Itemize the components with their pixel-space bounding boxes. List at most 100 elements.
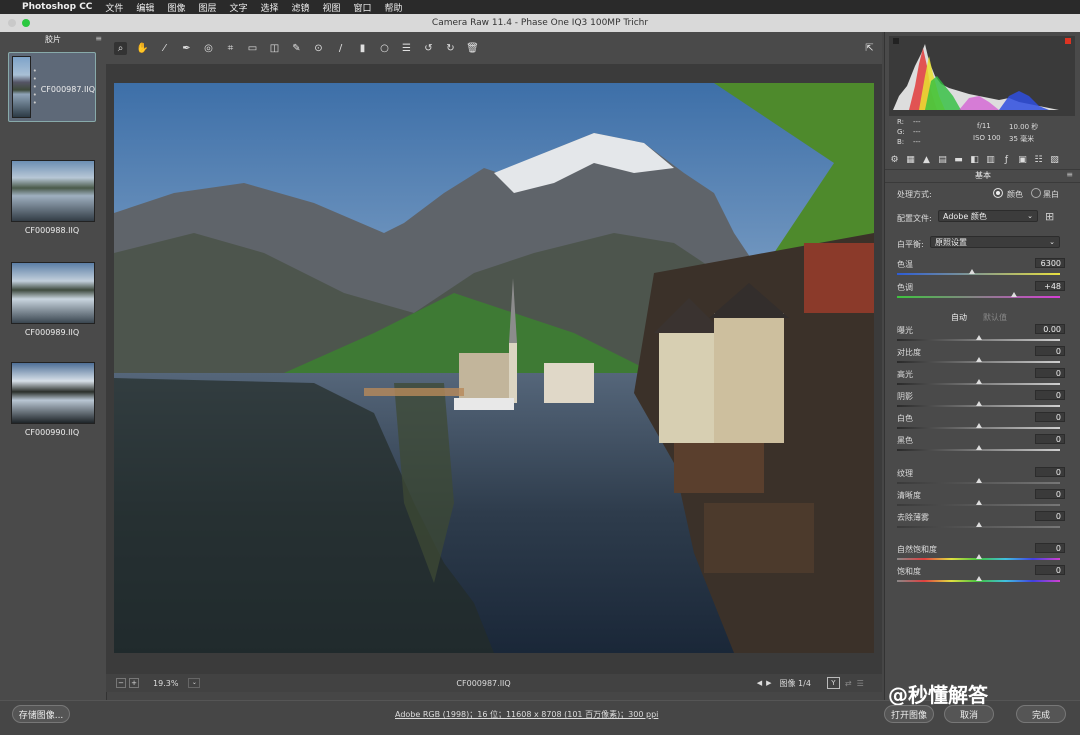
tab-presets-icon[interactable]: ☷ xyxy=(1033,155,1044,166)
rotate-right-icon[interactable]: ↻ xyxy=(444,42,457,55)
slider-thumb[interactable] xyxy=(975,554,982,559)
white-balance-select[interactable]: 原照设置 ⌄ xyxy=(930,236,1060,248)
tint-value[interactable]: +48 xyxy=(1035,281,1065,291)
auto-button[interactable]: 自动 xyxy=(951,312,967,323)
menu-app[interactable]: Photoshop CC xyxy=(22,2,92,12)
temperature-value[interactable]: 6300 xyxy=(1035,258,1065,268)
slider-value[interactable]: 0.00 xyxy=(1035,324,1065,334)
slider-value[interactable]: 0 xyxy=(1035,489,1065,499)
slider-thumb[interactable] xyxy=(975,379,982,384)
adjustment-brush-icon[interactable]: / xyxy=(334,42,347,55)
filmstrip-item-1[interactable]: • • • • • CF000987.IIQ xyxy=(8,52,96,122)
slider-value[interactable]: 0 xyxy=(1035,467,1065,477)
red-eye-tool-icon[interactable]: ⊙ xyxy=(312,42,325,55)
profile-select[interactable]: Adobe 颜色 ⌄ xyxy=(938,210,1038,222)
preview-settings-icon[interactable]: ☰ xyxy=(857,679,864,688)
tint-slider-track[interactable] xyxy=(897,296,1060,298)
before-after-toggle-icon[interactable]: Y xyxy=(826,677,840,689)
menu-help[interactable]: 帮助 xyxy=(385,1,403,14)
profile-browser-icon[interactable]: ⊞ xyxy=(1045,210,1054,223)
slider-thumb[interactable] xyxy=(975,478,982,483)
slider-value[interactable]: 0 xyxy=(1035,412,1065,422)
menu-select[interactable]: 选择 xyxy=(260,1,278,14)
tab-hsl-icon[interactable]: ▤ xyxy=(937,155,948,166)
slider-thumb[interactable] xyxy=(975,335,982,340)
zoom-dropdown-icon[interactable]: ⌄ xyxy=(188,678,201,688)
menu-filter[interactable]: 滤镜 xyxy=(292,1,310,14)
zoom-in-button[interactable]: + xyxy=(129,678,139,688)
tab-snapshots-icon[interactable]: ▧ xyxy=(1049,155,1060,166)
slider-thumb[interactable] xyxy=(975,423,982,428)
hand-tool-icon[interactable]: ✋ xyxy=(136,42,149,55)
slider-value[interactable]: 0 xyxy=(1035,390,1065,400)
color-sampler-tool-icon[interactable]: ✒ xyxy=(180,42,193,55)
menu-edit[interactable]: 编辑 xyxy=(136,1,154,14)
next-image-icon[interactable]: ▶ xyxy=(766,679,771,687)
radial-filter-icon[interactable]: ○ xyxy=(378,42,391,55)
fullscreen-toggle-icon[interactable]: ⇱ xyxy=(863,42,876,55)
default-button[interactable]: 默认值 xyxy=(983,312,1007,323)
slider-value[interactable]: 0 xyxy=(1035,346,1065,356)
preview-photo[interactable] xyxy=(114,83,874,653)
transform-tool-icon[interactable]: ◫ xyxy=(268,42,281,55)
tab-lens-icon[interactable]: ◧ xyxy=(969,155,980,166)
save-image-button[interactable]: 存储图像... xyxy=(12,705,70,723)
tab-calibration-icon[interactable]: ▣ xyxy=(1017,155,1028,166)
slider-thumb[interactable] xyxy=(975,401,982,406)
temperature-slider-track[interactable] xyxy=(897,273,1060,275)
filmstrip-item-2[interactable]: CF000988.IIQ xyxy=(8,160,96,235)
rotate-left-icon[interactable]: ↺ xyxy=(422,42,435,55)
zoom-tool-icon[interactable]: ⌕ xyxy=(114,41,127,55)
straighten-tool-icon[interactable]: ▭ xyxy=(246,42,259,55)
tab-tone-curve-icon[interactable]: ▦ xyxy=(905,155,916,166)
slider-value[interactable]: 0 xyxy=(1035,543,1065,553)
trash-icon[interactable]: 🗑 xyxy=(466,42,479,55)
color-radio[interactable] xyxy=(993,188,1003,198)
rating-stars[interactable]: • • • • • xyxy=(31,67,41,107)
targeted-adjustment-tool-icon[interactable]: ◎ xyxy=(202,42,215,55)
graduated-filter-icon[interactable]: ▮ xyxy=(356,42,369,55)
temperature-slider-thumb[interactable] xyxy=(968,269,975,274)
slider-thumb[interactable] xyxy=(975,522,982,527)
slider-thumb[interactable] xyxy=(975,357,982,362)
bw-radio[interactable] xyxy=(1031,188,1041,198)
tab-effects-icon[interactable]: ƒ xyxy=(1001,155,1012,166)
tab-basic-icon[interactable]: ⚙ xyxy=(889,155,900,166)
open-image-button[interactable]: 打开图像 xyxy=(884,705,934,723)
filmstrip-menu-icon[interactable]: ≡ xyxy=(95,34,102,43)
shadow-clipping-icon[interactable] xyxy=(893,38,899,44)
tab-split-toning-icon[interactable]: ▬ xyxy=(953,155,964,166)
white-balance-tool-icon[interactable]: ⁄ xyxy=(158,42,171,55)
menu-file[interactable]: 文件 xyxy=(105,1,123,14)
zoom-level[interactable]: 19.3% xyxy=(153,679,178,688)
crop-tool-icon[interactable]: ⌗ xyxy=(224,42,237,55)
zoom-window-button[interactable] xyxy=(22,19,30,27)
menu-window[interactable]: 窗口 xyxy=(354,1,372,14)
preferences-icon[interactable]: ☰ xyxy=(400,42,413,55)
slider-value[interactable]: 0 xyxy=(1035,511,1065,521)
slider-thumb[interactable] xyxy=(975,445,982,450)
slider-value[interactable]: 0 xyxy=(1035,434,1065,444)
tab-detail-icon[interactable]: ▲ xyxy=(921,155,932,166)
close-window-button[interactable] xyxy=(8,19,16,27)
tint-slider-thumb[interactable] xyxy=(1011,292,1018,297)
workflow-options-link[interactable]: Adobe RGB (1998)；16 位；11608 x 8708 (101 … xyxy=(395,709,658,720)
menu-view[interactable]: 视图 xyxy=(323,1,341,14)
panel-menu-icon[interactable]: ≡ xyxy=(1066,170,1073,179)
menu-type[interactable]: 文字 xyxy=(229,1,247,14)
filmstrip-item-3[interactable]: CF000989.IIQ xyxy=(8,262,96,337)
previous-image-icon[interactable]: ◀ xyxy=(757,679,762,687)
slider-value[interactable]: 0 xyxy=(1035,368,1065,378)
tab-transform-icon[interactable]: ▥ xyxy=(985,155,996,166)
done-button[interactable]: 完成 xyxy=(1016,705,1066,723)
zoom-out-button[interactable]: − xyxy=(116,678,126,688)
filmstrip-item-4[interactable]: CF000990.IIQ xyxy=(8,362,96,437)
slider-value[interactable]: 0 xyxy=(1035,565,1065,575)
slider-thumb[interactable] xyxy=(975,500,982,505)
highlight-clipping-icon[interactable] xyxy=(1065,38,1071,44)
spot-removal-tool-icon[interactable]: ✎ xyxy=(290,42,303,55)
cancel-button[interactable]: 取消 xyxy=(944,705,994,723)
menu-layer[interactable]: 图层 xyxy=(198,1,216,14)
swap-settings-icon[interactable]: ⇄ xyxy=(845,679,852,688)
slider-thumb[interactable] xyxy=(975,576,982,581)
